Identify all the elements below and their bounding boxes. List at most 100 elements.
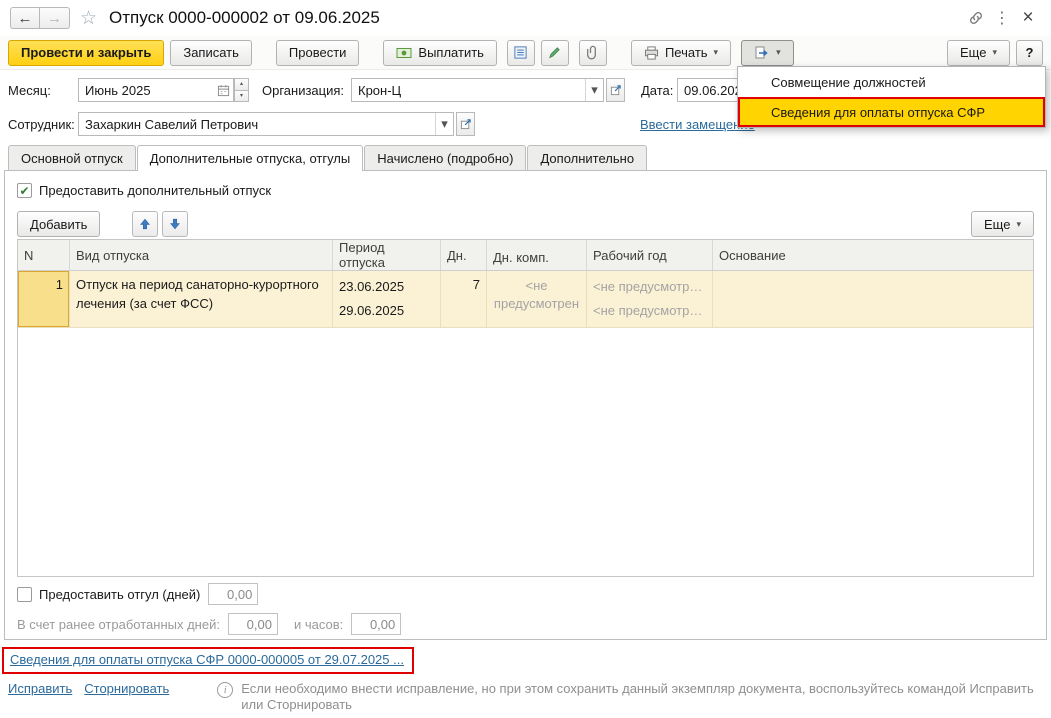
column-header-days[interactable]: Дн.: [441, 240, 487, 270]
menu-item-sfr-payment-info[interactable]: Сведения для оплаты отпуска СФР: [738, 97, 1045, 127]
provide-additional-row: ✔ Предоставить дополнительный отпуск: [17, 183, 271, 198]
menu-item-job-combination[interactable]: Совмещение должностей: [738, 67, 1045, 97]
organization-value[interactable]: Крон-Ц: [352, 79, 585, 101]
save-button[interactable]: Записать: [170, 39, 252, 66]
document-list-icon: [514, 46, 528, 59]
column-header-kind[interactable]: Вид отпуска: [70, 240, 333, 270]
paperclip-icon: [587, 45, 596, 60]
print-button[interactable]: Печать ▾: [630, 39, 732, 66]
window-menu-icon[interactable]: ⋮: [989, 5, 1015, 31]
attachments-button[interactable]: [578, 39, 607, 66]
comp-days-cell[interactable]: <не предусмотрен: [487, 271, 587, 327]
post-and-close-button[interactable]: Провести и закрыть: [8, 39, 165, 66]
print-label: Печать: [664, 45, 708, 60]
menu-item-label: Сведения для оплаты отпуска СФР: [771, 104, 986, 120]
provide-otgul-checkbox[interactable]: [17, 586, 32, 602]
tab-main-vacation[interactable]: Основной отпуск: [8, 145, 136, 170]
employee-input[interactable]: Захаркин Савелий Петрович ▾: [78, 112, 454, 136]
pay-button[interactable]: Выплатить: [383, 39, 497, 66]
help-label: ?: [1025, 45, 1034, 60]
printer-icon: [644, 45, 658, 60]
arrow-down-icon: [170, 218, 181, 230]
info-icon: i: [217, 682, 234, 698]
fix-link[interactable]: Исправить: [8, 681, 72, 696]
more-button[interactable]: Еще ▾: [947, 39, 1010, 66]
forward-button[interactable]: →: [40, 7, 70, 29]
column-header-reason[interactable]: Основание: [713, 240, 1033, 270]
employee-open-button[interactable]: [456, 112, 475, 136]
period-start[interactable]: 23.06.2025: [339, 275, 434, 299]
vacation-kind-cell[interactable]: Отпуск на период санаторно-курортного ле…: [70, 271, 333, 327]
toolbar: Провести и закрыть Записать Провести Вып…: [0, 36, 1051, 70]
move-up-button[interactable]: [132, 211, 159, 237]
tab-label: Дополнительные отпуска, отгулы: [149, 151, 351, 166]
hours-input[interactable]: 0,00: [351, 613, 402, 635]
spin-up-button[interactable]: ▴: [234, 78, 249, 90]
create-based-on-menu: Совмещение должностей Сведения для оплат…: [737, 66, 1046, 128]
employee-label: Сотрудник:: [8, 116, 75, 132]
checkmark-icon: ✔: [19, 183, 30, 198]
provide-additional-label: Предоставить дополнительный отпуск: [39, 183, 272, 198]
create-based-on-icon: [755, 46, 768, 58]
period-end[interactable]: 29.06.2025: [339, 299, 434, 323]
table-row[interactable]: 1 Отпуск на период санаторно-курортного …: [18, 271, 1033, 328]
dropdown-caret-icon[interactable]: ▾: [585, 79, 603, 101]
spin-down-button[interactable]: ▾: [234, 89, 249, 102]
edit-comment-button[interactable]: [540, 39, 569, 66]
calendar-icon[interactable]: [213, 79, 233, 101]
post-label: Провести: [288, 45, 347, 60]
open-icon: [610, 85, 621, 96]
sfr-payment-info-link[interactable]: Сведения для оплаты отпуска СФР 0000-000…: [10, 652, 404, 667]
copy-link-icon[interactable]: [963, 5, 989, 31]
help-button[interactable]: ?: [1016, 39, 1043, 66]
hours-label: и часов:: [293, 616, 344, 632]
reason-cell[interactable]: [713, 271, 1033, 327]
provide-otgul-label: Предоставить отгул (дней): [39, 586, 201, 602]
save-label: Записать: [183, 45, 239, 60]
row-number-cell[interactable]: 1: [18, 271, 70, 327]
payslip-button[interactable]: [506, 39, 535, 66]
month-input[interactable]: Июнь 2025: [78, 78, 234, 102]
provide-otgul-row: Предоставить отгул (дней) 0,00: [17, 583, 259, 605]
tab-accrued-details[interactable]: Начислено (подробно): [364, 145, 527, 170]
sfr-link-highlight-box: Сведения для оплаты отпуска СФР 0000-000…: [2, 647, 414, 674]
column-header-comp-days[interactable]: Дн. комп.: [487, 240, 587, 270]
provide-additional-checkbox[interactable]: ✔: [17, 183, 32, 198]
earlier-worked-row: В счет ранее отработанных дней: 0,00 и ч…: [17, 613, 402, 635]
column-header-period[interactable]: Период отпуска: [333, 240, 441, 270]
tab-additional-vacations[interactable]: Дополнительные отпуска, отгулы: [136, 145, 364, 171]
additional-vacations-panel: ✔ Предоставить дополнительный отпуск Доб…: [4, 170, 1047, 640]
month-value[interactable]: Июнь 2025: [79, 79, 213, 101]
column-header-work-year[interactable]: Рабочий год: [587, 240, 713, 270]
favorite-star-icon[interactable]: ☆: [80, 7, 97, 30]
back-button[interactable]: ←: [10, 7, 40, 29]
otgul-days-input[interactable]: 0,00: [208, 583, 259, 605]
tab-additional[interactable]: Дополнительно: [527, 145, 648, 170]
organization-input[interactable]: Крон-Ц ▾: [351, 78, 604, 102]
close-icon[interactable]: ×: [1015, 5, 1041, 31]
footer-info-text: Если необходимо внести исправление, но п…: [241, 681, 1034, 712]
dropdown-caret-icon[interactable]: ▾: [435, 113, 453, 135]
post-button[interactable]: Провести: [275, 39, 360, 66]
banknote-icon: [396, 47, 412, 58]
post-and-close-label: Провести и закрыть: [21, 45, 152, 60]
add-label: Добавить: [30, 216, 88, 232]
work-year-line2: <не предусмотр…: [593, 303, 703, 318]
more-label: Еще: [984, 216, 1011, 232]
caret-down-icon: ▾: [992, 47, 997, 57]
work-year-cell[interactable]: <не предусмотр… <не предусмотр…: [587, 271, 713, 327]
reverse-link[interactable]: Сторнировать: [84, 681, 169, 696]
create-based-on-button[interactable]: ▾: [741, 39, 794, 66]
vacation-period-cell[interactable]: 23.06.2025 29.06.2025: [333, 271, 441, 327]
organization-open-button[interactable]: [606, 78, 625, 102]
table-more-button[interactable]: Еще ▾: [971, 211, 1034, 237]
move-down-button[interactable]: [162, 211, 189, 237]
earlier-days-label: В счет ранее отработанных дней:: [17, 616, 220, 632]
pay-label: Выплатить: [418, 45, 484, 60]
days-cell[interactable]: 7: [441, 271, 487, 327]
window-title: Отпуск 0000-000002 от 09.06.2025: [109, 8, 380, 27]
add-row-button[interactable]: Добавить: [17, 211, 101, 237]
employee-value[interactable]: Захаркин Савелий Петрович: [79, 113, 435, 135]
column-header-n[interactable]: N: [18, 240, 70, 270]
earlier-days-input[interactable]: 0,00: [227, 613, 278, 635]
